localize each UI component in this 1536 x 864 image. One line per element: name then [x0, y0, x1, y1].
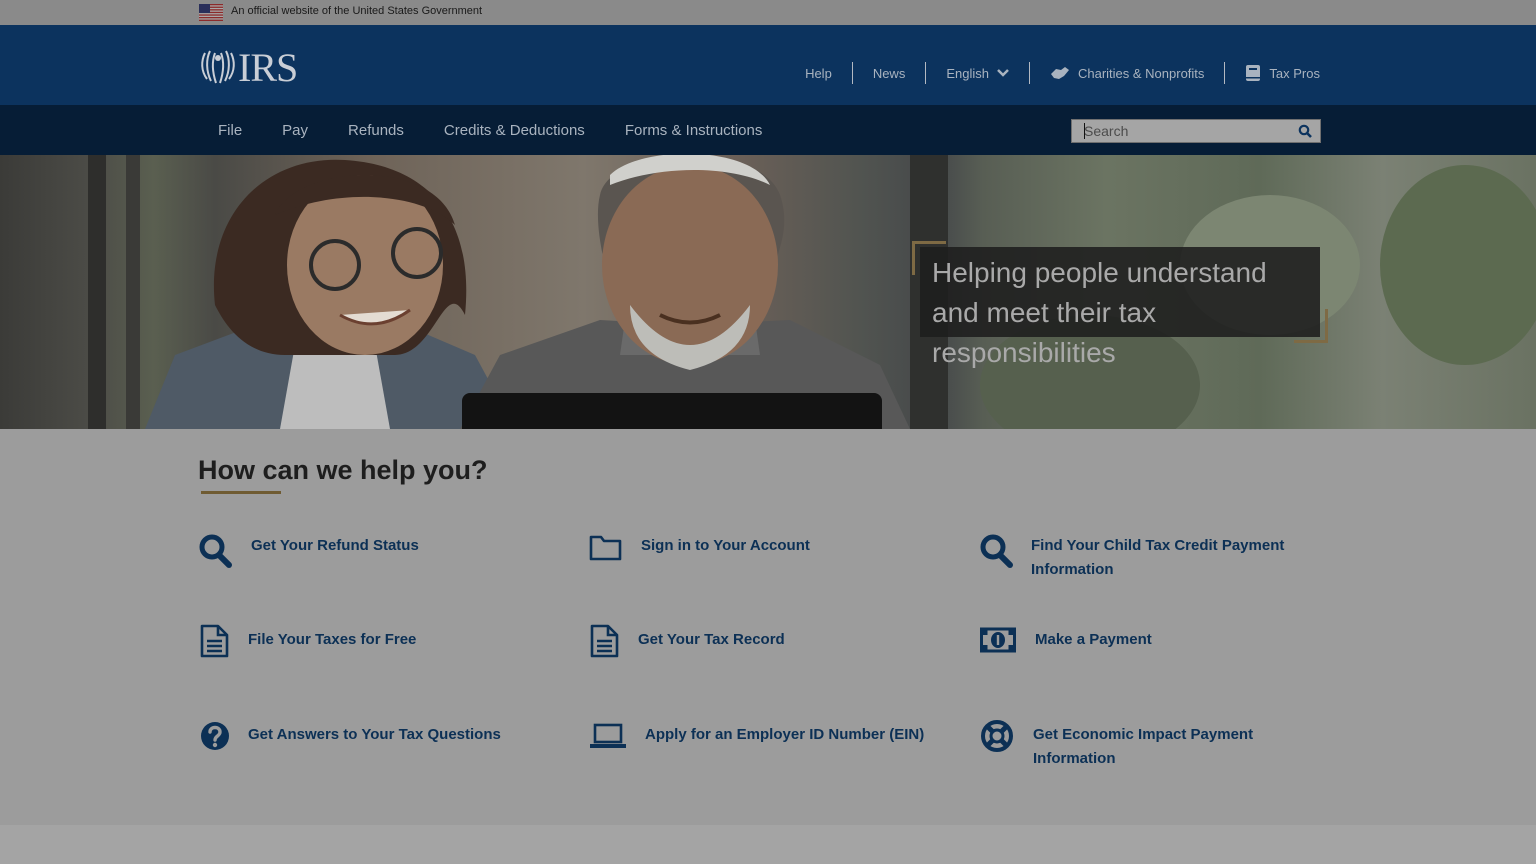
- util-charities-label: Charities & Nonprofits: [1077, 65, 1205, 81]
- hero-tagline-box: Helping people understand and meet their…: [912, 241, 1328, 368]
- question-circle-icon: [201, 722, 229, 750]
- search-input[interactable]: [1072, 120, 1292, 142]
- tile-label: Make a Payment: [1035, 631, 1152, 648]
- hero-laptop: [462, 393, 882, 429]
- heading-underline: [201, 491, 281, 494]
- money-icon: [980, 627, 1016, 653]
- util-taxpros-label: Tax Pros: [1269, 65, 1320, 81]
- text-cursor: [1084, 123, 1085, 139]
- handshake-icon: [1050, 67, 1069, 79]
- window-frame: [126, 155, 140, 429]
- nav-item-credits-deductions[interactable]: Credits & Deductions: [424, 122, 605, 139]
- nav-item-pay[interactable]: Pay: [262, 122, 328, 139]
- tile-label: Find Your Child Tax Credit Payment Infor…: [1031, 537, 1285, 578]
- hero-foliage: [1380, 165, 1536, 365]
- help-section: How can we help you? Get Your Refund Sta…: [0, 429, 1536, 825]
- search-icon[interactable]: [1298, 124, 1312, 138]
- hero-person-man: [460, 155, 910, 429]
- util-charities-link[interactable]: Charities & Nonprofits: [1030, 62, 1226, 84]
- main-menu: File Pay Refunds Credits & Deductions Fo…: [198, 105, 782, 155]
- tile-economic-impact[interactable]: Get Economic Impact Payment Information: [980, 719, 1320, 771]
- language-selector[interactable]: English: [926, 62, 1030, 84]
- tile-tax-record[interactable]: Get Your Tax Record: [589, 624, 949, 658]
- gov-banner-text: An official website of the United States…: [231, 5, 483, 17]
- folder-icon: [589, 535, 622, 561]
- tile-file-free[interactable]: File Your Taxes for Free: [199, 624, 559, 658]
- book-icon: [1246, 65, 1261, 81]
- footer-band: [0, 825, 1536, 864]
- logo-text: IRS: [238, 45, 298, 90]
- search-icon: [199, 534, 232, 568]
- tile-label: Get Economic Impact Payment Information: [1033, 726, 1254, 767]
- util-help-label: Help: [805, 65, 832, 81]
- tile-sign-in[interactable]: Sign in to Your Account: [589, 532, 949, 562]
- site-header: IRS Help News English Charities & Nonpro…: [0, 25, 1536, 105]
- main-nav: File Pay Refunds Credits & Deductions Fo…: [0, 105, 1536, 155]
- util-taxpros-link[interactable]: Tax Pros: [1225, 62, 1320, 84]
- tile-label: Get Answers to Your Tax Questions: [248, 726, 501, 743]
- tile-make-payment[interactable]: Make a Payment: [980, 627, 1320, 653]
- nav-item-file[interactable]: File: [198, 122, 262, 139]
- search-box: [1071, 119, 1321, 143]
- tile-ein[interactable]: Apply for an Employer ID Number (EIN): [589, 722, 949, 750]
- laptop-icon: [590, 723, 626, 748]
- tile-refund-status[interactable]: Get Your Refund Status: [198, 534, 558, 568]
- lifebuoy-icon: [981, 720, 1013, 752]
- tile-tax-questions[interactable]: Get Answers to Your Tax Questions: [199, 720, 569, 752]
- tile-label: Apply for an Employer ID Number (EIN): [645, 726, 925, 743]
- util-help-link[interactable]: Help: [785, 62, 853, 84]
- eagle-logo-icon: [201, 50, 235, 84]
- utility-nav: Help News English Charities & Nonprofits…: [785, 62, 1320, 84]
- hero-tagline: Helping people understand and meet their…: [920, 247, 1320, 368]
- document-icon: [200, 624, 229, 658]
- tile-label: Get Your Refund Status: [251, 537, 419, 554]
- util-news-label: News: [872, 65, 906, 81]
- irs-logo[interactable]: IRS: [199, 45, 298, 90]
- us-flag-icon: [199, 4, 223, 21]
- document-icon: [590, 624, 619, 658]
- help-heading: How can we help you?: [198, 455, 488, 485]
- tile-label: File Your Taxes for Free: [248, 631, 417, 648]
- chevron-down-icon: [997, 69, 1009, 77]
- search-icon: [980, 534, 1013, 568]
- gov-banner: An official website of the United States…: [0, 0, 1536, 25]
- hero-banner: Helping people understand and meet their…: [0, 155, 1536, 429]
- nav-item-refunds[interactable]: Refunds: [328, 122, 424, 139]
- window-frame: [88, 155, 106, 429]
- tile-child-tax-credit[interactable]: Find Your Child Tax Credit Payment Infor…: [979, 534, 1319, 582]
- nav-item-forms-instructions[interactable]: Forms & Instructions: [605, 122, 783, 139]
- tile-label: Sign in to Your Account: [641, 537, 810, 554]
- language-label: English: [946, 65, 989, 81]
- tile-label: Get Your Tax Record: [638, 631, 785, 648]
- util-news-link[interactable]: News: [853, 62, 927, 84]
